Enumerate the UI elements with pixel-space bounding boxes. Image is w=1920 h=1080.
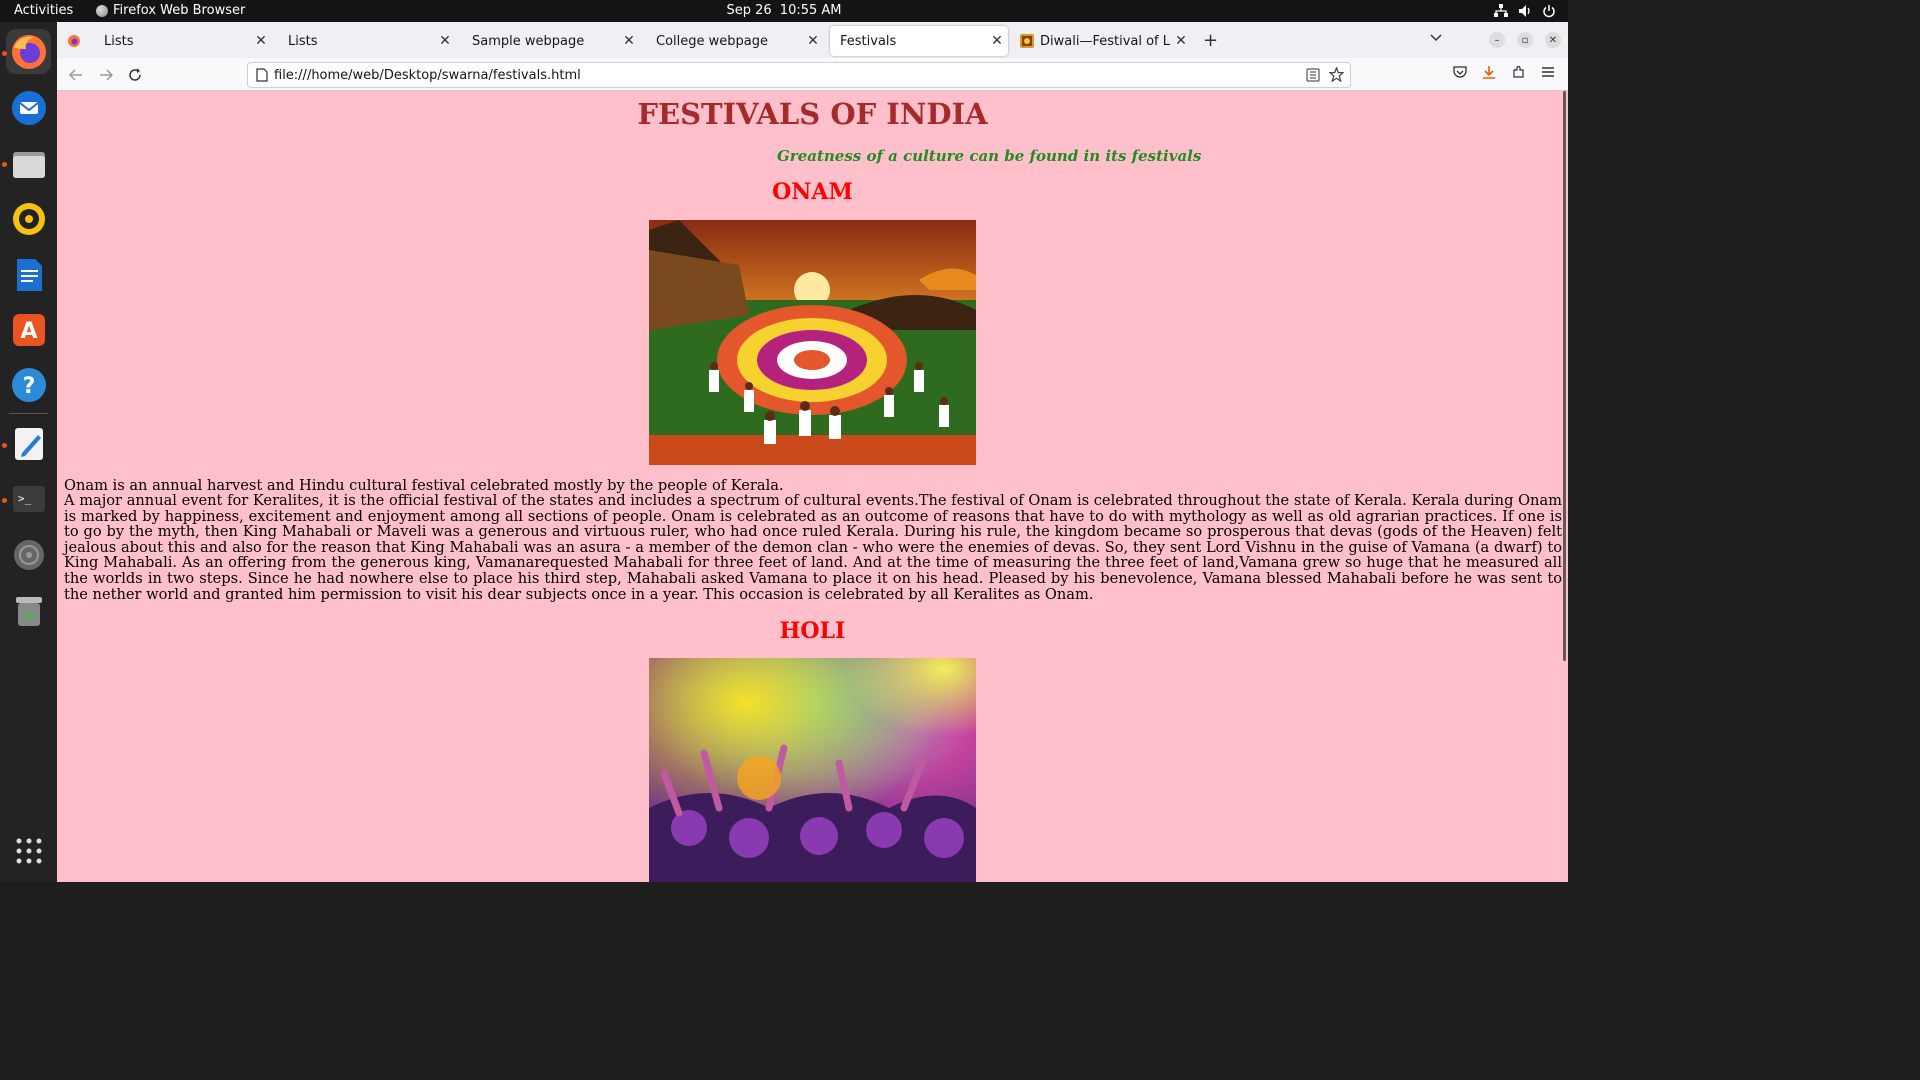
app-center-icon[interactable]: A (6, 307, 51, 352)
diwali-favicon-icon (1020, 34, 1034, 48)
power-icon (1543, 5, 1555, 18)
close-icon[interactable]: ✕ (986, 33, 1008, 49)
rhythmbox-icon[interactable] (6, 196, 51, 241)
url-text: file:///home/web/Desktop/swarna/festival… (274, 68, 581, 83)
tab-strip: Lists ✕ Lists ✕ Sample webpage ✕ College… (57, 22, 1568, 58)
tab-label: Festivals (840, 33, 897, 49)
tab-lists-1[interactable]: Lists ✕ (94, 26, 272, 56)
tab-label: College webpage (656, 33, 768, 49)
terminal-icon[interactable]: >_ (6, 476, 51, 521)
firefox-view-icon[interactable] (67, 34, 81, 48)
help-icon[interactable]: ? (6, 362, 51, 407)
close-icon[interactable]: ✕ (618, 33, 640, 49)
reader-view-icon[interactable] (1306, 68, 1320, 82)
onam-body: A major annual event for Keralites, it i… (64, 492, 1562, 603)
new-tab-icon[interactable]: + (1203, 30, 1218, 51)
tab-label: Sample webpage (472, 33, 585, 49)
tab-label: Lists (104, 33, 134, 49)
close-icon[interactable]: ✕ (802, 33, 824, 49)
clock[interactable]: Sep 26 10:55 AM (0, 3, 1568, 18)
minimize-icon[interactable]: – (1489, 32, 1505, 48)
page-subtitle: Greatness of a culture can be found in i… (777, 147, 1202, 165)
clock-date: Sep 26 (726, 3, 772, 18)
tab-label: Lists (288, 33, 318, 49)
page-icon (256, 68, 268, 82)
svg-text:A: A (20, 319, 37, 344)
downloads-icon[interactable] (1482, 65, 1496, 79)
files-icon[interactable] (6, 140, 51, 185)
close-window-icon[interactable]: ✕ (1545, 32, 1561, 48)
url-bar[interactable]: file:///home/web/Desktop/swarna/festival… (247, 62, 1351, 88)
svg-text:?: ? (22, 374, 35, 399)
scrollbar[interactable] (1563, 91, 1566, 661)
festival-heading-holi: HOLI (779, 618, 846, 644)
onam-image (649, 220, 976, 465)
clock-time: 10:55 AM (779, 3, 842, 18)
disc-icon[interactable] (6, 532, 51, 577)
tab-diwali[interactable]: Diwali—Festival of Lights ✕ (1014, 26, 1192, 56)
close-icon[interactable]: ✕ (1170, 33, 1192, 49)
tab-sample-webpage[interactable]: Sample webpage ✕ (462, 26, 640, 56)
volume-icon (1519, 5, 1530, 17)
reload-icon[interactable] (125, 65, 145, 85)
network-icon (1494, 4, 1508, 17)
system-top-bar: Activities Firefox Web Browser Sep 26 10… (0, 0, 1568, 22)
thunderbird-icon[interactable] (6, 85, 51, 130)
forward-icon[interactable] (96, 65, 116, 85)
close-icon[interactable]: ✕ (250, 33, 272, 49)
web-page: FESTIVALS OF INDIA Greatness of a cultur… (57, 91, 1568, 882)
trash-icon[interactable]: ♻ (6, 587, 51, 632)
svg-text:>_: >_ (18, 492, 32, 505)
firefox-window: Lists ✕ Lists ✕ Sample webpage ✕ College… (57, 22, 1568, 882)
svg-text:♻: ♻ (22, 607, 35, 625)
tab-lists-2[interactable]: Lists ✕ (278, 26, 456, 56)
tab-label: Diwali—Festival of Lights (1040, 33, 1170, 49)
text-editor-icon[interactable] (6, 421, 51, 466)
bookmark-star-icon[interactable] (1329, 67, 1344, 82)
restore-icon[interactable]: ▫ (1517, 32, 1533, 48)
close-icon[interactable]: ✕ (434, 33, 456, 49)
dock: A ? >_ ♻ (0, 22, 57, 882)
firefox-icon[interactable] (6, 29, 51, 74)
page-title: FESTIVALS OF INDIA (637, 97, 988, 131)
back-icon[interactable] (66, 65, 86, 85)
chevron-down-icon[interactable] (1429, 30, 1443, 44)
menu-icon[interactable] (1541, 65, 1555, 79)
tab-college-webpage[interactable]: College webpage ✕ (646, 26, 824, 56)
pocket-icon[interactable] (1453, 65, 1467, 79)
festival-heading-onam: ONAM (772, 179, 853, 205)
holi-image (649, 658, 976, 882)
show-apps-icon[interactable] (6, 828, 51, 873)
writer-icon[interactable] (6, 252, 51, 297)
nav-bar: file:///home/web/Desktop/swarna/festival… (57, 58, 1568, 91)
system-tray[interactable] (1494, 4, 1556, 18)
extensions-icon[interactable] (1512, 65, 1526, 79)
tab-festivals[interactable]: Festivals ✕ (830, 26, 1008, 56)
